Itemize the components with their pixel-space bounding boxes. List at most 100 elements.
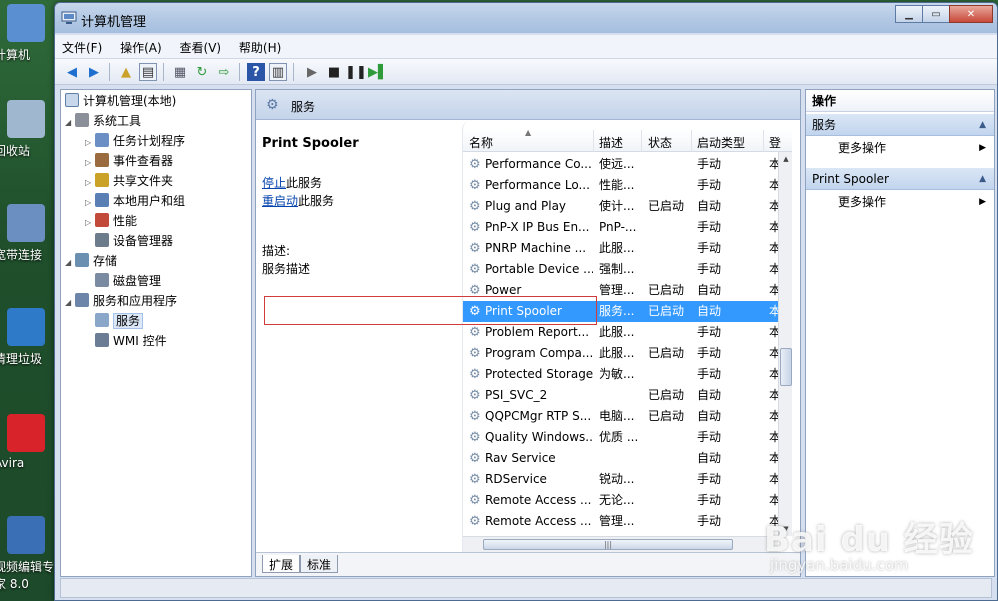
actions-section-services[interactable]: 服务 ▲ xyxy=(806,114,994,136)
stop-service-suffix: 此服务 xyxy=(286,176,323,190)
tree-item[interactable]: ▷ 性能 xyxy=(85,212,137,230)
collapse-icon[interactable]: ▲ xyxy=(979,114,986,136)
table-row[interactable]: ⚙Quality Windows...优质 ...手动本 xyxy=(463,427,779,448)
column-name[interactable]: 名称 xyxy=(469,134,493,151)
cell-status: 已启动 xyxy=(648,388,685,402)
table-row[interactable]: ⚙Problem Report...此服...手动本 xyxy=(463,322,779,343)
tab-standard[interactable]: 标准 xyxy=(300,555,339,573)
menu-file[interactable]: 文件(F) xyxy=(55,35,109,56)
properties-icon[interactable]: ▦ xyxy=(171,63,189,81)
tree-item[interactable]: 设备管理器 xyxy=(85,232,173,250)
collapsed-arrow-icon[interactable]: ▷ xyxy=(85,134,95,152)
horizontal-scroll-thumb[interactable]: ||| xyxy=(483,539,733,550)
pause-icon[interactable]: ❚❚ xyxy=(345,63,367,81)
column-description[interactable]: 描述 xyxy=(599,134,623,151)
table-row[interactable]: ⚙PnP-X IP Bus En...PnP-...手动本 xyxy=(463,217,779,238)
restart-service-link[interactable]: 重启动 xyxy=(262,194,298,208)
tree-item[interactable]: ◢ 服务和应用程序 xyxy=(65,292,177,310)
table-row[interactable]: ⚙PSI_SVC_2已启动自动本 xyxy=(463,385,779,406)
tree-item[interactable]: 服务 xyxy=(85,312,144,330)
table-row[interactable]: ⚙PNRP Machine ...此服...手动本 xyxy=(463,238,779,259)
column-status[interactable]: 状态 xyxy=(648,134,672,151)
tab-extended[interactable]: 扩展 xyxy=(262,555,301,573)
horizontal-scrollbar[interactable]: ||| xyxy=(463,536,778,552)
description-label: 描述: xyxy=(262,244,291,258)
vertical-scroll-thumb[interactable] xyxy=(780,348,792,386)
expanded-arrow-icon[interactable]: ◢ xyxy=(65,254,75,272)
tree-item[interactable]: ▷ 本地用户和组 xyxy=(85,192,185,210)
desktop-icon-label: 清理垃圾 xyxy=(0,352,43,366)
vertical-scrollbar[interactable]: ▲ ▼ xyxy=(778,152,792,536)
play-icon[interactable]: ▶ xyxy=(303,63,321,81)
title-bar[interactable]: 计算机管理 ▁ ▭ ✕ xyxy=(55,3,997,33)
desktop-icon[interactable]: Avira xyxy=(0,414,52,470)
collapsed-arrow-icon[interactable]: ▷ xyxy=(85,174,95,192)
table-row[interactable]: ⚙Performance Co...使远...手动本 xyxy=(463,154,779,175)
table-row[interactable]: ⚙Remote Access ...无论...手动本 xyxy=(463,490,779,511)
collapsed-arrow-icon[interactable]: ▷ xyxy=(85,154,95,172)
scroll-up-icon[interactable]: ▲ xyxy=(779,152,792,166)
tree-item[interactable]: ◢ 系统工具 xyxy=(65,112,141,130)
export-icon[interactable]: ⇨ xyxy=(215,63,233,81)
stop-icon[interactable]: ■ xyxy=(325,63,343,81)
service-gear-icon: ⚙ xyxy=(469,178,481,193)
menu-view[interactable]: 查看(V) xyxy=(173,35,229,56)
tree-item-label: WMI 控件 xyxy=(113,334,167,348)
actions-section-print-spooler[interactable]: Print Spooler ▲ xyxy=(806,168,994,190)
table-row[interactable]: ⚙Protected Storage为敏...手动本 xyxy=(463,364,779,385)
folder-up-icon[interactable]: ▲ xyxy=(117,63,135,81)
table-row[interactable]: ⚙Remote Access ...管理...手动本 xyxy=(463,511,779,532)
desktop-icon[interactable]: 宽带连接 xyxy=(0,204,52,263)
tree-root[interactable]: 计算机管理(本地) xyxy=(65,92,176,110)
restart-icon[interactable]: ▶▌ xyxy=(368,63,388,81)
minimize-button[interactable]: ▁ xyxy=(895,5,923,23)
table-row[interactable]: ⚙Program Compa...此服...已启动手动本 xyxy=(463,343,779,364)
desktop-icon[interactable]: 回收站 xyxy=(0,100,52,159)
maximize-button[interactable]: ▭ xyxy=(922,5,950,23)
restart-service-action: 重启动此服务 xyxy=(262,192,334,209)
desktop-icon[interactable]: 计算机 xyxy=(0,4,52,63)
cell-name: Program Compa... xyxy=(485,346,593,360)
toolbar: ◀ ▶ ▲ ▤ ▦ ↻ ⇨ ? ▥ ▶ ■ ❚❚ ▶▌ xyxy=(55,59,997,85)
menu-action[interactable]: 操作(A) xyxy=(113,35,169,56)
column-logon[interactable]: 登 xyxy=(769,134,781,151)
table-row[interactable]: ⚙RDService锐动...手动本 xyxy=(463,469,779,490)
expanded-arrow-icon[interactable]: ◢ xyxy=(65,294,75,312)
status-bar xyxy=(60,578,992,598)
tree-item[interactable]: ▷ 共享文件夹 xyxy=(85,172,173,190)
tree-item[interactable]: ▷ 事件查看器 xyxy=(85,152,173,170)
table-row[interactable]: ⚙QQPCMgr RTP S...电脑...已启动自动本 xyxy=(463,406,779,427)
back-arrow-icon[interactable]: ◀ xyxy=(63,63,81,81)
collapsed-arrow-icon[interactable]: ▷ xyxy=(85,194,95,212)
collapsed-arrow-icon[interactable]: ▷ xyxy=(85,214,95,232)
cell-status: 已启动 xyxy=(648,199,685,213)
collapse-icon[interactable]: ▲ xyxy=(979,168,986,190)
help-icon[interactable]: ? xyxy=(247,63,265,81)
table-row[interactable]: ⚙Performance Lo...性能...手动本 xyxy=(463,175,779,196)
tools-icon xyxy=(75,113,89,127)
tree-item[interactable]: 磁盘管理 xyxy=(85,272,161,290)
forward-arrow-icon[interactable]: ▶ xyxy=(85,63,103,81)
cell-name: Remote Access ... xyxy=(485,493,592,507)
show-hide-tree-icon[interactable]: ▤ xyxy=(139,63,157,81)
show-hide-action-icon[interactable]: ▥ xyxy=(269,63,287,81)
tree-item[interactable]: ◢ 存储 xyxy=(65,252,117,270)
refresh-icon[interactable]: ↻ xyxy=(193,63,211,81)
menu-help[interactable]: 帮助(H) xyxy=(232,35,288,56)
close-button[interactable]: ✕ xyxy=(949,5,993,23)
cell-startup: 手动 xyxy=(697,367,722,381)
desktop-icon[interactable]: 清理垃圾 xyxy=(0,308,52,367)
expanded-arrow-icon[interactable]: ◢ xyxy=(65,114,75,132)
table-row[interactable]: ⚙Plug and Play使计...已启动自动本 xyxy=(463,196,779,217)
stop-service-link[interactable]: 停止 xyxy=(262,176,286,190)
desktop-icon-label: 回收站 xyxy=(0,144,31,158)
table-row[interactable]: ⚙Portable Device ...强制...手动本 xyxy=(463,259,779,280)
shared-folder-icon xyxy=(95,173,109,187)
more-actions-print-spooler[interactable]: 更多操作 ▶ xyxy=(806,192,994,212)
desktop-icon[interactable]: 视频编辑专家 8.0 xyxy=(0,516,54,592)
column-startup-type[interactable]: 启动类型 xyxy=(697,134,745,151)
tree-item[interactable]: WMI 控件 xyxy=(85,332,167,350)
tree-item[interactable]: ▷ 任务计划程序 xyxy=(85,132,185,150)
more-actions-services[interactable]: 更多操作 ▶ xyxy=(806,138,994,158)
table-row[interactable]: ⚙Rav Service自动本 xyxy=(463,448,779,469)
